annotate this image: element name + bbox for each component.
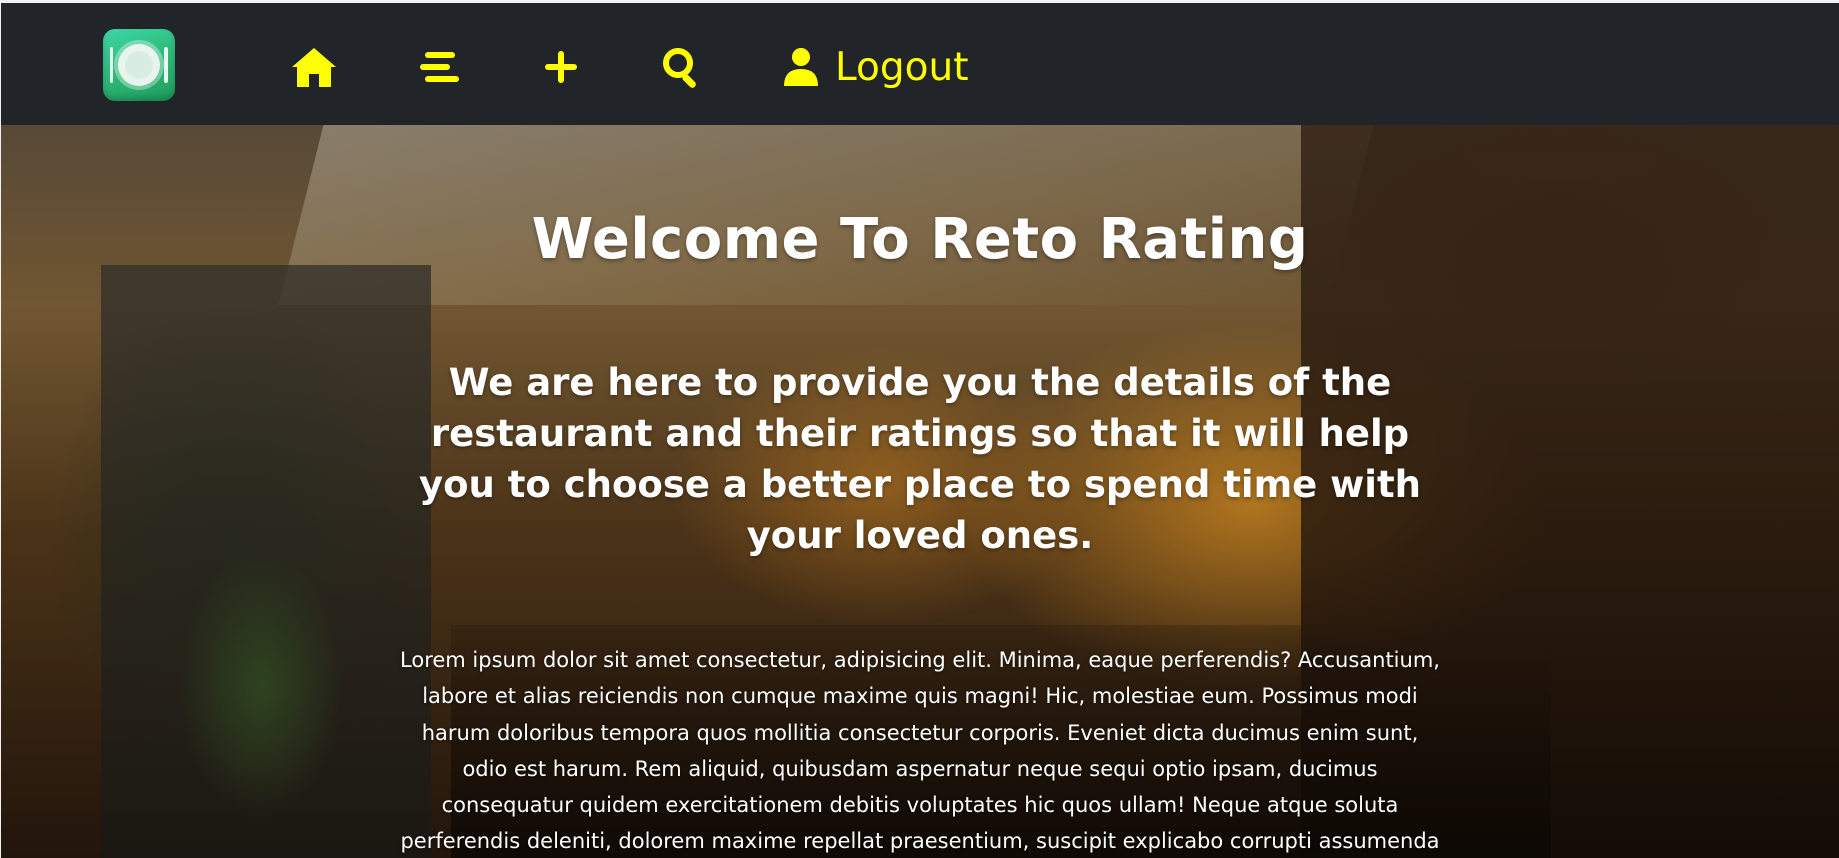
logout-label: Logout bbox=[835, 44, 969, 90]
plus-icon bbox=[543, 49, 579, 85]
nav-menu-button[interactable] bbox=[419, 39, 461, 95]
hero-body-text: Lorem ipsum dolor sit amet consectetur, … bbox=[400, 648, 1440, 854]
hero-section: Welcome To Reto Rating We are here to pr… bbox=[1, 125, 1839, 858]
menu-lines-icon bbox=[419, 49, 461, 85]
restaurant-plate-logo-icon[interactable] bbox=[103, 29, 175, 101]
hero-subtitle: We are here to provide you the details o… bbox=[418, 361, 1422, 557]
navbar: Logout bbox=[1, 3, 1839, 125]
logo-plate bbox=[118, 44, 160, 86]
logo-fork bbox=[110, 47, 113, 83]
hero-content: Welcome To Reto Rating We are here to pr… bbox=[1, 125, 1839, 858]
nav-logout-button[interactable]: Logout bbox=[783, 39, 969, 95]
nav-add-button[interactable] bbox=[543, 39, 579, 95]
user-icon bbox=[783, 47, 819, 87]
search-icon bbox=[661, 46, 703, 88]
nav-home-button[interactable] bbox=[291, 39, 337, 95]
home-icon bbox=[291, 46, 337, 88]
nav-search-button[interactable] bbox=[661, 39, 703, 95]
hero-title: Welcome To Reto Rating bbox=[531, 207, 1309, 272]
logo-knife bbox=[164, 47, 168, 83]
